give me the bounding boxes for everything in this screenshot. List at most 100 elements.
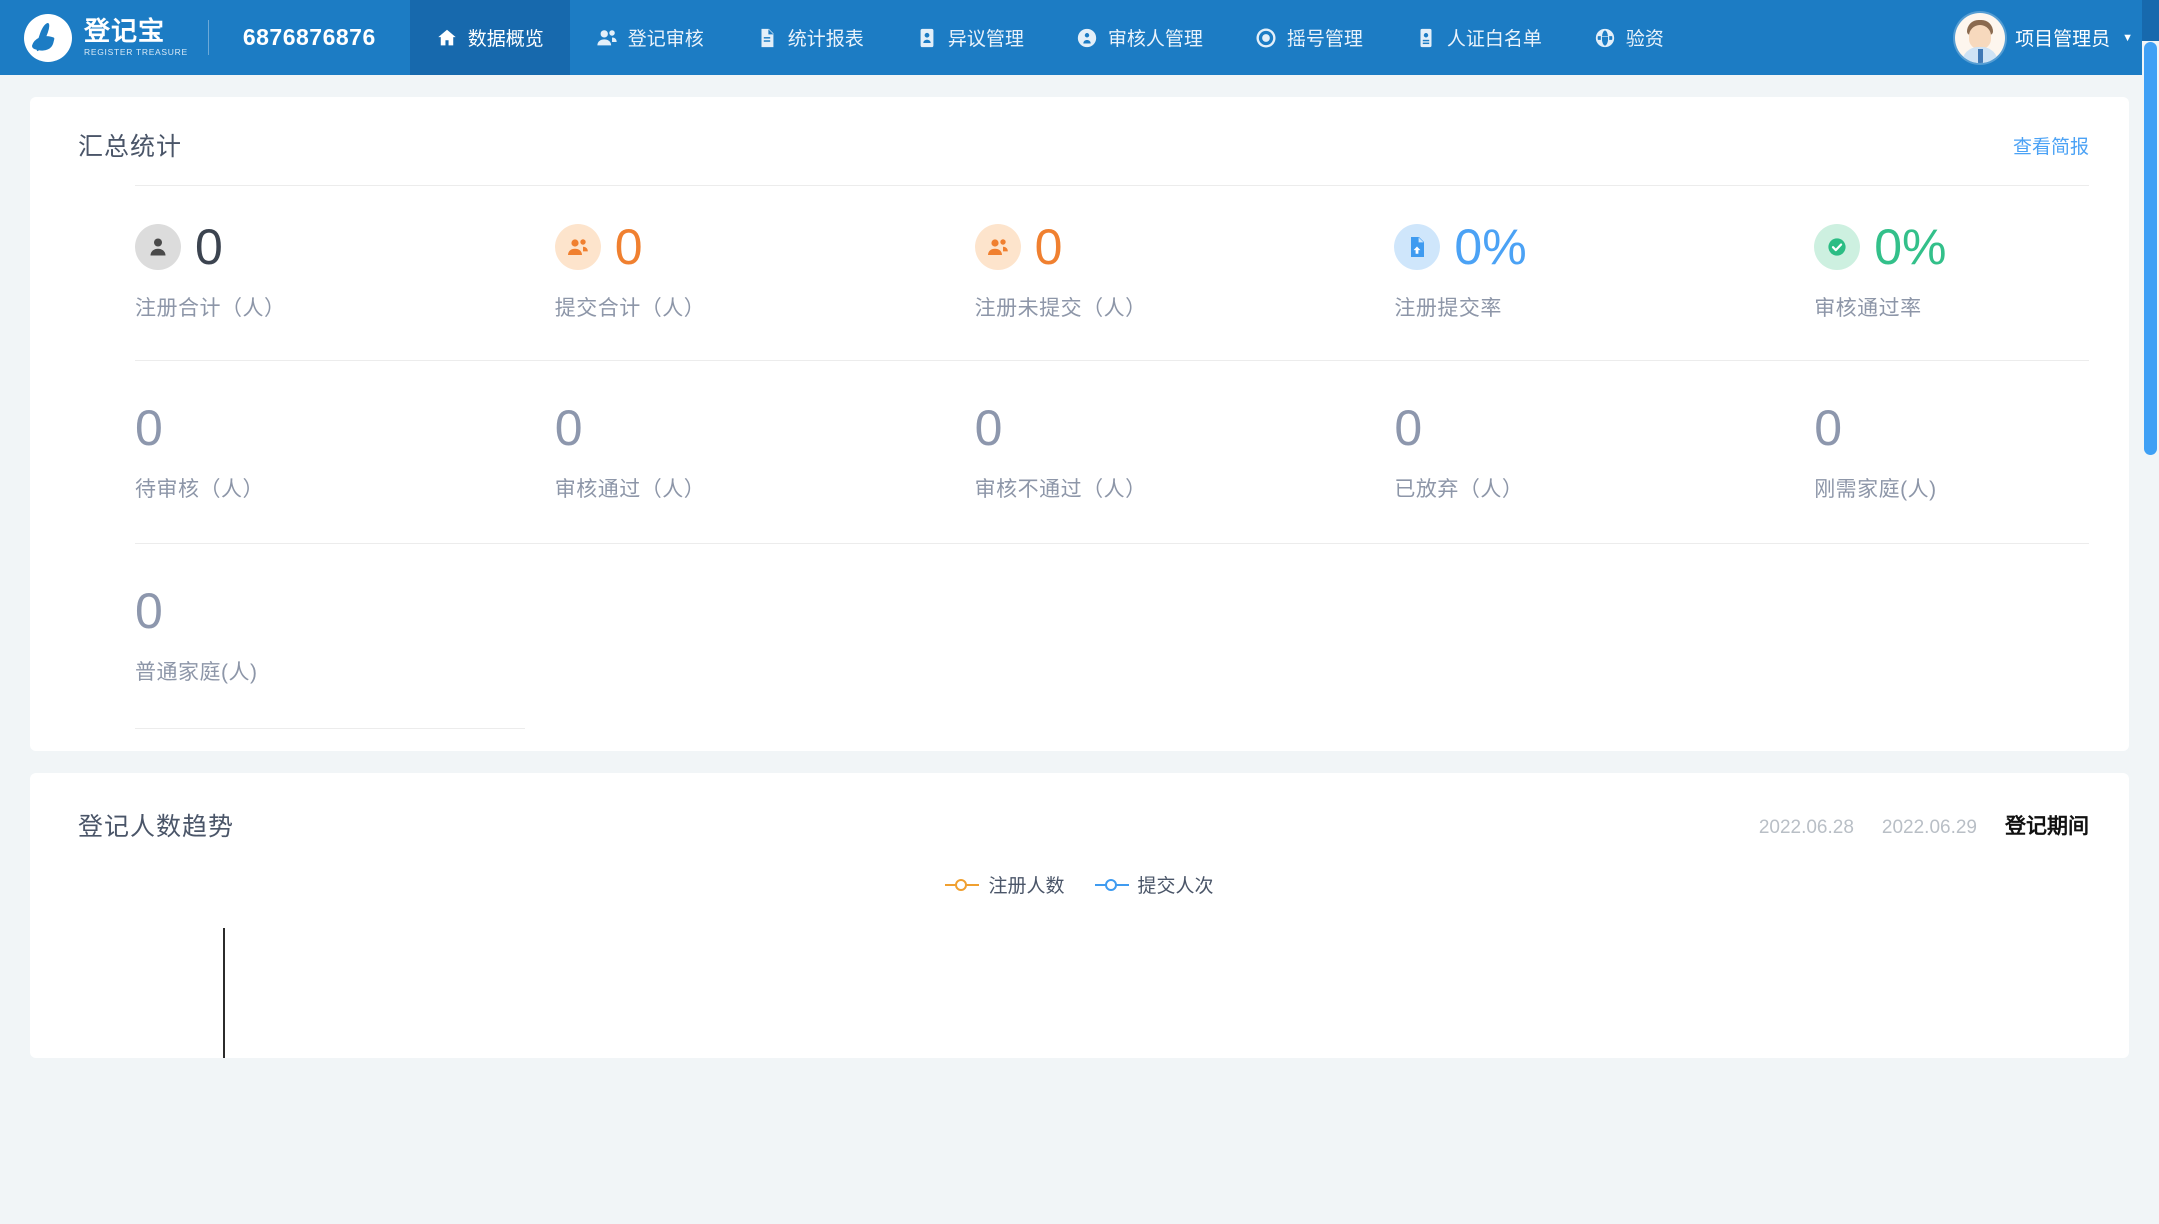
stat-top: 0 <box>135 222 450 272</box>
chart-legend: 注册人数 提交人次 <box>30 871 2129 898</box>
page-title: 汇总统计 <box>78 133 183 161</box>
stats-row-secondary: 0 待审核（人） 0 审核通过（人） 0 审核不通过（人） 0 已放弃（人） 0… <box>30 361 2129 543</box>
registration-trend-card: 登记人数趋势 2022.06.28 2022.06.29 登记期间 注册人数 提… <box>30 773 2129 1058</box>
home-icon <box>436 27 458 49</box>
nav-item-reviewer-management[interactable]: 审核人管理 <box>1050 0 1229 75</box>
stat-abandoned: 0 已放弃（人） <box>1289 403 1709 503</box>
trend-date-range: 2022.06.28 2022.06.29 登记期间 <box>1759 810 2089 840</box>
stat-essential-need-family: 0 刚需家庭(人) <box>1709 403 2129 503</box>
brand-subtitle: REGISTER TREASURE <box>84 47 188 58</box>
stats-row-tertiary: 0 普通家庭(人) <box>30 544 2129 728</box>
nav-item-label: 验资 <box>1625 29 1664 50</box>
legend-label: 提交人次 <box>1137 876 1214 897</box>
stat-review-passed: 0 审核通过（人） <box>450 403 870 503</box>
stat-total-registered: 0 注册合计（人） <box>30 222 450 322</box>
stat-value: 0% <box>1874 219 1947 275</box>
user-avatar <box>1955 12 2006 63</box>
nav-item-label: 摇号管理 <box>1286 29 1363 50</box>
id-card-icon <box>916 27 938 49</box>
legend-label: 注册人数 <box>988 876 1065 897</box>
stat-label: 普通家庭(人) <box>135 661 258 684</box>
feather-logo-icon <box>24 13 72 62</box>
stat-value: 0% <box>1454 219 1527 275</box>
trend-title: 登记人数趋势 <box>78 813 235 841</box>
check-circle-icon <box>1814 224 1861 270</box>
stat-top: 0 <box>135 586 450 636</box>
page-content: 汇总统计 查看简报 0 注册合计（人） 0 提交合计（人） 0 注册未提交（人）… <box>0 75 2159 1224</box>
stat-label: 审核通过率 <box>1814 297 1922 320</box>
stat-value: 0 <box>554 400 583 456</box>
group-users-icon <box>974 224 1021 270</box>
brand-logo-area[interactable]: 登记宝 REGISTER TREASURE <box>0 0 208 75</box>
nav-item-lottery-management[interactable]: 摇号管理 <box>1229 0 1389 75</box>
stat-value: 0 <box>614 219 643 275</box>
stat-value: 0 <box>135 400 163 456</box>
nav-item-label: 数据概览 <box>467 29 544 50</box>
project-code: 6876876876 <box>242 24 376 50</box>
stat-top: 0 <box>975 403 1290 453</box>
top-navigation-bar: 登记宝 REGISTER TREASURE 6876876876 数据概览 登记… <box>0 0 2159 75</box>
stat-top: 0 <box>555 403 870 453</box>
scrollbar-corner <box>2142 0 2159 41</box>
nav-item-label: 审核人管理 <box>1107 29 1203 50</box>
stat-label: 审核通过（人） <box>554 478 706 501</box>
legend-marker-line-icon <box>945 878 980 892</box>
view-brief-link[interactable]: 查看简报 <box>2013 132 2089 159</box>
stat-label: 已放弃（人） <box>1394 478 1524 501</box>
nav-items: 数据概览 登记审核 统计报表 异议管理 审核人管理 摇号管理 人证白名单 验资 <box>409 0 2001 75</box>
nav-item-dispute-management[interactable]: 异议管理 <box>890 0 1050 75</box>
stat-submission-rate: 0% 注册提交率 <box>1289 222 1709 322</box>
stat-top: 0% <box>1814 222 2129 272</box>
legend-item-registered[interactable]: 注册人数 <box>945 871 1065 898</box>
trend-card-header: 登记人数趋势 2022.06.28 2022.06.29 登记期间 <box>30 773 2129 843</box>
stat-top: 0 <box>135 403 450 453</box>
user-name: 项目管理员 <box>2015 29 2111 50</box>
legend-item-submitted[interactable]: 提交人次 <box>1094 871 1214 898</box>
nav-item-label: 异议管理 <box>947 29 1024 50</box>
nav-item-registration-review[interactable]: 登记审核 <box>570 0 730 75</box>
stat-top: 0% <box>1394 222 1709 272</box>
stat-pending-review: 0 待审核（人） <box>30 403 450 503</box>
stat-label: 注册未提交（人） <box>974 297 1147 320</box>
trend-period-label[interactable]: 登记期间 <box>2005 810 2089 840</box>
stat-total-submitted: 0 提交合计（人） <box>450 222 870 322</box>
nav-item-label: 登记审核 <box>627 29 704 50</box>
nav-item-data-overview[interactable]: 数据概览 <box>409 0 570 75</box>
trend-date-end[interactable]: 2022.06.29 <box>1882 817 1977 839</box>
stat-top: 0 <box>1394 403 1709 453</box>
stat-top: 0 <box>974 219 1290 275</box>
stat-review-failed: 0 审核不通过（人） <box>870 403 1290 503</box>
stats-row-primary: 0 注册合计（人） 0 提交合计（人） 0 注册未提交（人） 0% 注册提交率 … <box>30 186 2129 360</box>
page-scrollbar-track[interactable] <box>2142 0 2159 1224</box>
stat-label: 注册提交率 <box>1394 297 1502 320</box>
stat-value: 0 <box>1394 400 1423 456</box>
stat-value: 0 <box>974 400 1003 456</box>
stat-ordinary-family: 0 普通家庭(人) <box>30 586 450 686</box>
summary-statistics-card: 汇总统计 查看简报 0 注册合计（人） 0 提交合计（人） 0 注册未提交（人）… <box>30 97 2129 751</box>
trend-date-start[interactable]: 2022.06.28 <box>1759 817 1854 839</box>
brand-text: 登记宝 REGISTER TREASURE <box>84 18 188 57</box>
trend-chart-plot-area[interactable] <box>78 898 2081 1058</box>
document-icon <box>756 27 778 49</box>
chart-y-axis <box>223 928 225 1058</box>
avatar-tie <box>1978 48 1984 63</box>
stat-label: 提交合计（人） <box>554 297 706 320</box>
stat-label: 审核不通过（人） <box>974 478 1147 501</box>
user-menu[interactable]: 项目管理员 ▼ <box>1955 0 2159 75</box>
stat-approval-rate: 0% 审核通过率 <box>1709 222 2129 322</box>
chevron-down-icon[interactable]: ▼ <box>2122 32 2133 44</box>
nav-item-identity-whitelist[interactable]: 人证白名单 <box>1389 0 1568 75</box>
nav-item-statistics-report[interactable]: 统计报表 <box>730 0 890 75</box>
stat-value: 0 <box>1034 219 1063 275</box>
stat-top: 0 <box>554 219 870 275</box>
users-icon <box>596 27 618 49</box>
stat-value: 0 <box>135 583 163 639</box>
brand-name: 登记宝 <box>84 16 166 47</box>
stat-value: 0 <box>195 219 223 275</box>
stat-value: 0 <box>1814 400 1842 456</box>
nav-item-capital-verification[interactable]: 验资 <box>1568 0 1690 75</box>
globe-icon <box>1594 27 1616 49</box>
page-scrollbar-thumb[interactable] <box>2144 42 2157 455</box>
stat-label: 注册合计（人） <box>135 297 286 320</box>
stat-registered-not-submitted: 0 注册未提交（人） <box>870 222 1290 322</box>
